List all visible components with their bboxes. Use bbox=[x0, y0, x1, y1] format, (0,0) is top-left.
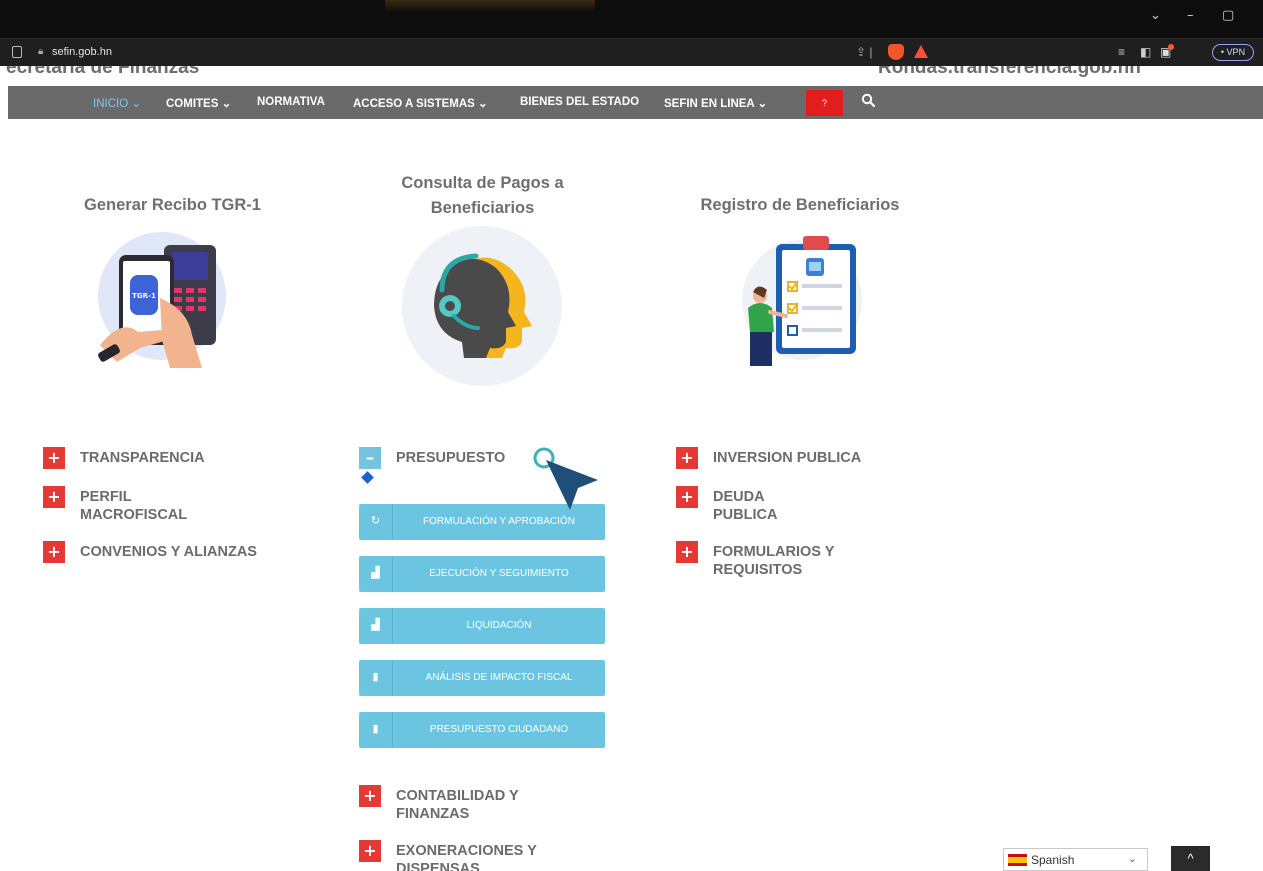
nav-item-normativa[interactable]: NORMATIVA bbox=[257, 96, 325, 108]
nav-item-sefin-en-linea[interactable]: SEFIN EN LINEA ⌄ bbox=[664, 96, 767, 110]
tile-title: Registro de Beneficiarios bbox=[700, 196, 900, 214]
expand-plus-icon[interactable]: + bbox=[43, 447, 65, 469]
submenu-label: ANÁLISIS DE IMPACTO FISCAL bbox=[425, 672, 573, 683]
tile-title: Generar Recibo TGR-1 bbox=[84, 196, 261, 214]
accordion-label-line2[interactable]: PUBLICA bbox=[713, 507, 777, 524]
active-marker-icon bbox=[361, 471, 374, 484]
chart-icon: ▟ bbox=[371, 567, 380, 579]
lock-icon[interactable]: 🔒︎ bbox=[38, 46, 43, 57]
site-name[interactable]: ecretaría de Finanzas bbox=[6, 66, 199, 79]
expand-plus-icon[interactable]: + bbox=[359, 840, 381, 862]
restore-button[interactable]: ▢ bbox=[1222, 8, 1234, 23]
book-icon: ▮ bbox=[372, 671, 379, 683]
search-icon[interactable] bbox=[861, 93, 875, 107]
spain-flag-icon bbox=[1008, 854, 1027, 866]
clipboard-checklist-icon bbox=[748, 236, 856, 366]
expand-plus-icon[interactable]: + bbox=[676, 541, 698, 563]
accordion-label[interactable]: PERFIL bbox=[80, 489, 132, 506]
submenu-presupuesto-ciudadano[interactable]: ▮ PRESUPUESTO CIUDADANO bbox=[359, 712, 605, 748]
submenu-label: PRESUPUESTO CIUDADANO bbox=[429, 724, 569, 735]
document-icon: ▮ bbox=[372, 723, 379, 735]
main-nav: INICIO ⌄ COMITES ⌄ NORMATIVA ACCESO A SI… bbox=[8, 86, 1263, 119]
tgr1-badge: TGR-1 bbox=[132, 292, 156, 300]
share-icon[interactable]: ⇪ | bbox=[856, 45, 873, 59]
nav-item-acceso-a-sistemas[interactable]: ACCESO A SISTEMAS ⌄ bbox=[353, 96, 488, 110]
minimize-button[interactable]: – bbox=[1187, 8, 1194, 23]
tab-search-icon[interactable]: ⌄ bbox=[1150, 8, 1161, 23]
submenu-liquidacion[interactable]: ▟ LIQUIDACIÓN bbox=[359, 608, 605, 644]
address-bar: 🔒︎ sefin.gob.hn ⇪ | ≡ ◧ ▣ • VPN bbox=[0, 38, 1263, 66]
submenu-label: EJECUCIÓN Y SEGUIMIENTO bbox=[429, 568, 569, 579]
expand-plus-icon[interactable]: + bbox=[676, 486, 698, 508]
active-tab[interactable] bbox=[385, 0, 595, 12]
tile-title: Consulta de Pagos a bbox=[401, 174, 564, 192]
accordion-label[interactable]: CONTABILIDAD Y bbox=[396, 788, 519, 805]
chevron-down-icon: ⌄ bbox=[1127, 853, 1137, 865]
vpn-button[interactable]: • VPN bbox=[1212, 44, 1254, 61]
back-to-top-button[interactable]: ^ bbox=[1171, 846, 1210, 871]
language-select[interactable]: Spanish ⌄ bbox=[1003, 848, 1148, 871]
accordion-label[interactable]: TRANSPARENCIA bbox=[80, 450, 205, 467]
refresh-icon: ↻ bbox=[370, 515, 381, 527]
accordion-label-line2[interactable]: MACROFISCAL bbox=[80, 507, 187, 524]
reading-list-icon[interactable]: ≡ bbox=[1118, 45, 1125, 59]
brave-shields-icon[interactable] bbox=[888, 44, 904, 60]
accordion-label-line2[interactable]: REQUISITOS bbox=[713, 562, 802, 579]
pos-terminal-phone-icon: TGR-1 bbox=[98, 245, 216, 368]
url-field[interactable]: sefin.gob.hn bbox=[52, 46, 112, 58]
expand-plus-icon[interactable]: + bbox=[43, 541, 65, 563]
accordion-label[interactable]: FORMULARIOS Y bbox=[713, 544, 834, 561]
header-link[interactable]: Rondas.transferencia.gob.hn bbox=[878, 66, 1141, 79]
nav-red-button[interactable]: ? bbox=[806, 90, 843, 116]
accordion-label[interactable]: DEUDA bbox=[713, 489, 765, 506]
expand-plus-icon[interactable]: + bbox=[359, 785, 381, 807]
pointer-cursor-icon bbox=[533, 447, 598, 510]
nav-item-comites[interactable]: COMITES ⌄ bbox=[166, 96, 231, 110]
nav-item-inicio[interactable]: INICIO ⌄ bbox=[93, 96, 141, 110]
expand-plus-icon[interactable]: + bbox=[43, 486, 65, 508]
browser-tab-strip: ⌄ – ▢ bbox=[0, 0, 1263, 38]
accordion-label[interactable]: CONVENIOS Y ALIANZAS bbox=[80, 544, 257, 561]
expand-plus-icon[interactable]: + bbox=[676, 447, 698, 469]
browser-window: ⌄ – ▢ 🔒︎ sefin.gob.hn ⇪ | ≡ ◧ ▣ • VPN ec… bbox=[0, 0, 1263, 871]
chart-icon: ▟ bbox=[371, 619, 380, 631]
nav-item-bienes-del-estado[interactable]: BIENES DEL ESTADO bbox=[520, 96, 639, 108]
accordion-label[interactable]: INVERSION PUBLICA bbox=[713, 450, 861, 467]
site-header: ecretaría de Finanzas Rondas.transferenc… bbox=[0, 66, 1263, 86]
submenu-ejecucion[interactable]: ▟ EJECUCIÓN Y SEGUIMIENTO bbox=[359, 556, 605, 592]
sidebar-icon[interactable]: ◧ bbox=[1140, 45, 1151, 59]
submenu-label: LIQUIDACIÓN bbox=[466, 620, 532, 631]
accordion-label[interactable]: PRESUPUESTO bbox=[396, 450, 505, 467]
submenu-analisis[interactable]: ▮ ANÁLISIS DE IMPACTO FISCAL bbox=[359, 660, 605, 696]
headset-head-icon bbox=[434, 253, 532, 358]
accordion-label-line2[interactable]: DISPENSAS bbox=[396, 861, 480, 871]
accordion-label[interactable]: EXONERACIONES Y bbox=[396, 843, 537, 860]
language-label: Spanish bbox=[1031, 853, 1075, 867]
tile-title-line2: Beneficiarios bbox=[430, 199, 535, 217]
brave-rewards-icon[interactable] bbox=[914, 45, 928, 58]
accordion-label-line2[interactable]: FINANZAS bbox=[396, 806, 469, 823]
bookmark-icon[interactable] bbox=[12, 46, 22, 58]
wallet-icon[interactable]: ▣ bbox=[1160, 44, 1177, 59]
collapse-minus-icon[interactable]: – bbox=[359, 447, 381, 469]
